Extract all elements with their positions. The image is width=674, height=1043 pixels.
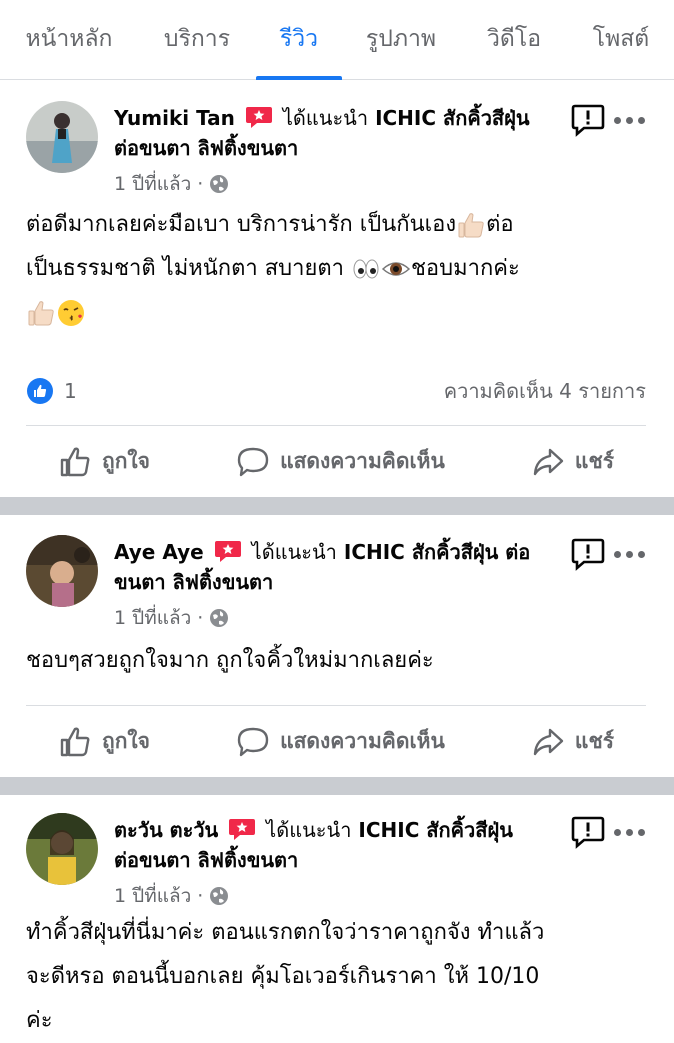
comment-icon (237, 447, 269, 476)
review-text-line: ชอบมากค่ะ (411, 256, 520, 281)
post-meta: 1 ปีที่แล้ว · (114, 603, 229, 633)
eyes-emoji-icon (353, 259, 379, 279)
like-count[interactable]: 1 (26, 377, 77, 405)
share-label: แชร์ (574, 449, 614, 473)
like-label: ถูกใจ (102, 449, 150, 473)
like-reaction-icon (27, 378, 53, 404)
tab-home[interactable]: หน้าหลัก (0, 0, 138, 79)
post-meta: 1 ปีที่แล้ว · (114, 881, 229, 911)
globe-icon (210, 887, 229, 905)
share-label: แชร์ (574, 729, 614, 753)
globe-icon (210, 175, 229, 193)
review-card: Yumiki Tan ได้แนะนำ ICHIC สักคิ้วสีฝุ่น … (0, 81, 674, 497)
review-text: ต่อดีมากเลยค่ะมือเบา บริการน่ารัก เป็นกั… (26, 203, 634, 335)
tab-services[interactable]: บริการ (138, 0, 256, 79)
review-text-line: จะดีหรอ ตอนนี้บอกเลย คุ้มโอเวอร์เกินราคา… (26, 964, 540, 989)
recommend-badge-icon (228, 817, 256, 841)
reviews-feed: Yumiki Tan ได้แนะนำ ICHIC สักคิ้วสีฝุ่น … (0, 81, 674, 1033)
share-button[interactable]: แชร์ (531, 725, 614, 759)
avatar[interactable] (26, 101, 98, 173)
more-icon[interactable] (614, 115, 646, 125)
dot-separator: · (197, 607, 204, 629)
share-icon (533, 728, 564, 755)
like-count-number: 1 (64, 379, 77, 403)
review-text-line: ค่ะ (26, 1008, 53, 1033)
recommend-text: ได้แนะนำ (251, 540, 337, 564)
author-name[interactable]: Yumiki Tan (114, 106, 235, 130)
eye-emoji-icon (381, 262, 411, 276)
timestamp[interactable]: 1 ปีที่แล้ว (114, 169, 191, 199)
avatar[interactable] (26, 813, 98, 885)
card-divider (0, 777, 674, 795)
review-text-line: ทำคิ้วสีฝุ่นที่นี่มาค่ะ ตอนแรกตกใจว่าราค… (26, 920, 545, 945)
reactions-row: 1 ความคิดเห็น 4 รายการ (26, 376, 646, 406)
more-icon[interactable] (614, 549, 646, 559)
tab-posts[interactable]: โพสต์ (568, 0, 674, 79)
recommend-badge-icon (245, 105, 273, 129)
report-icon[interactable] (570, 815, 606, 849)
review-card: Aye Aye ได้แนะนำ ICHIC สักคิ้วสีฝุ่น ต่อ… (0, 515, 674, 777)
tab-reviews[interactable]: รีวิว (256, 0, 342, 80)
review-header: Aye Aye ได้แนะนำ ICHIC สักคิ้วสีฝุ่น ต่อ… (114, 537, 544, 597)
review-card: ตะวัน ตะวัน ได้แนะนำ ICHIC สักคิ้วสีฝุ่น… (0, 795, 674, 1033)
action-bar: ถูกใจ แสดงความคิดเห็น แชร์ (26, 705, 646, 777)
tab-videos[interactable]: วิดีโอ (460, 0, 568, 79)
dot-separator: · (197, 173, 204, 195)
kiss-emoji-icon (58, 300, 84, 326)
review-text-line: ต่อดีมากเลยค่ะมือเบา บริการน่ารัก เป็นกั… (26, 212, 457, 237)
author-name[interactable]: Aye Aye (114, 540, 204, 564)
review-header: Yumiki Tan ได้แนะนำ ICHIC สักคิ้วสีฝุ่น … (114, 103, 544, 163)
comment-icon (237, 727, 269, 756)
like-button[interactable]: ถูกใจ (58, 725, 150, 759)
action-bar: ถูกใจ แสดงความคิดเห็น แชร์ (26, 425, 646, 497)
report-icon[interactable] (570, 103, 606, 137)
like-icon (60, 447, 90, 476)
thumbs-up-emoji-icon (458, 213, 484, 238)
report-icon[interactable] (570, 537, 606, 571)
dot-separator: · (197, 885, 204, 907)
review-text: ทำคิ้วสีฝุ่นที่นี่มาค่ะ ตอนแรกตกใจว่าราค… (26, 911, 634, 1043)
review-header: ตะวัน ตะวัน ได้แนะนำ ICHIC สักคิ้วสีฝุ่น… (114, 815, 544, 875)
comment-button[interactable]: แสดงความคิดเห็น (236, 725, 445, 759)
recommend-text: ได้แนะนำ (282, 106, 369, 130)
more-icon[interactable] (614, 827, 646, 837)
review-text-line: ชอบๆสวยถูกใจมาก ถูกใจคิ้วใหม่มากเลยค่ะ (26, 648, 434, 673)
like-icon (60, 727, 90, 756)
globe-icon (210, 609, 229, 627)
author-name[interactable]: ตะวัน ตะวัน (114, 818, 218, 842)
comment-count[interactable]: ความคิดเห็น 4 รายการ (444, 375, 646, 407)
timestamp[interactable]: 1 ปีที่แล้ว (114, 603, 191, 633)
post-meta: 1 ปีที่แล้ว · (114, 169, 229, 199)
like-button[interactable]: ถูกใจ (58, 445, 150, 479)
thumbs-up-emoji-icon (28, 301, 54, 326)
comment-button[interactable]: แสดงความคิดเห็น (236, 445, 445, 479)
comment-label: แสดงความคิดเห็น (280, 729, 445, 753)
share-button[interactable]: แชร์ (531, 445, 614, 479)
review-text-line: เป็นธรรมชาติ ไม่หนักตา สบายตา (26, 256, 344, 281)
review-text-line: ต่อ (486, 212, 514, 237)
avatar[interactable] (26, 535, 98, 607)
tab-photos[interactable]: รูปภาพ (342, 0, 460, 79)
tab-bar: หน้าหลัก บริการ รีวิว รูปภาพ วิดีโอ โพสต… (0, 0, 674, 80)
timestamp[interactable]: 1 ปีที่แล้ว (114, 881, 191, 911)
card-divider (0, 497, 674, 515)
comment-label: แสดงความคิดเห็น (280, 449, 445, 473)
recommend-text: ได้แนะนำ (266, 818, 352, 842)
like-label: ถูกใจ (102, 729, 150, 753)
review-text: ชอบๆสวยถูกใจมาก ถูกใจคิ้วใหม่มากเลยค่ะ (26, 639, 634, 683)
share-icon (533, 448, 564, 475)
recommend-badge-icon (214, 539, 242, 563)
